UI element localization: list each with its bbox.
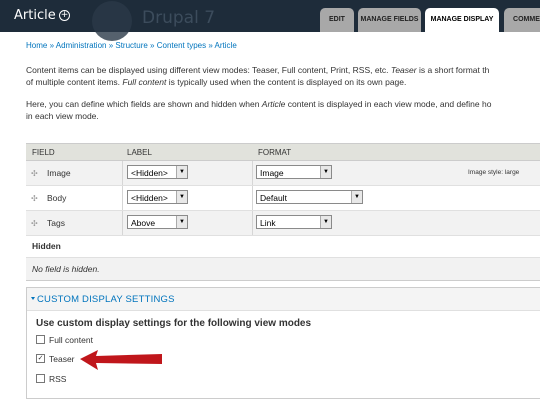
checkbox[interactable] <box>36 335 45 345</box>
field-name: Image <box>47 168 71 178</box>
drag-handle-icon[interactable]: ✣ <box>31 169 38 178</box>
format-summary: Image style: large <box>468 169 520 176</box>
description-line-3: Here, you can define which fields are sh… <box>26 99 492 109</box>
hidden-region-header: Hidden <box>26 236 540 258</box>
format-select[interactable]: Link ▼ <box>256 215 332 229</box>
drag-handle-icon[interactable]: ✣ <box>31 219 38 228</box>
column-label: LABEL <box>127 148 152 157</box>
drupal-logo-icon <box>92 1 132 41</box>
table-row: ✣ Tags Above ▼ Link ▼ <box>26 211 540 236</box>
format-select[interactable]: Image ▼ <box>256 165 332 179</box>
annotation-arrow-icon <box>80 350 162 370</box>
table-header: FIELD LABEL FORMAT <box>26 144 540 161</box>
format-select[interactable]: Default ▼ <box>256 190 363 204</box>
site-name: Drupal 7 <box>142 8 216 28</box>
collapse-arrow-icon <box>31 297 35 300</box>
checkbox[interactable] <box>36 374 45 384</box>
label-select[interactable]: <Hidden> ▼ <box>127 190 188 204</box>
label-select[interactable]: <Hidden> ▼ <box>127 165 188 179</box>
custom-display-fieldset: CUSTOM DISPLAY SETTINGS Use custom displ… <box>26 287 540 399</box>
drag-handle-icon[interactable]: ✣ <box>31 194 38 203</box>
description-line-2: of multiple content items. Full content … <box>26 77 407 87</box>
toolbar: Article + Drupal 7 EDIT MANAGE FIELDS MA… <box>0 0 540 41</box>
view-mode-full-content[interactable]: Full content <box>36 335 93 345</box>
add-shortcut-icon[interactable]: + <box>59 10 70 21</box>
description-line-1: Content items can be displayed using dif… <box>26 65 490 75</box>
table-row: ✣ Image <Hidden> ▼ Image ▼ Image style: la… <box>26 161 540 186</box>
view-mode-rss[interactable]: RSS <box>36 374 66 384</box>
checkbox-checked[interactable]: ✓ <box>36 354 45 364</box>
fieldset-legend-text[interactable]: CUSTOM DISPLAY SETTINGS <box>37 294 175 305</box>
page-title: Article <box>14 8 56 23</box>
view-mode-teaser[interactable]: ✓ Teaser <box>36 354 75 364</box>
column-format: FORMAT <box>258 148 292 157</box>
hidden-region-empty: No field is hidden. <box>26 258 540 281</box>
breadcrumb[interactable]: Home » Administration » Structure » Cont… <box>26 41 237 50</box>
empty-message: No field is hidden. <box>32 264 100 274</box>
table-row: ✣ Body <Hidden> ▼ Default ▼ <box>26 186 540 211</box>
tab-manage-fields[interactable]: MANAGE FIELDS <box>358 8 421 32</box>
tab-edit[interactable]: EDIT <box>320 8 354 32</box>
view-modes-title: Use custom display settings for the foll… <box>36 318 312 329</box>
tab-comment-fields[interactable]: COMMEN <box>504 8 540 32</box>
field-name: Tags <box>47 218 65 228</box>
fieldset-legend[interactable]: CUSTOM DISPLAY SETTINGS <box>27 288 540 311</box>
fields-table: FIELD LABEL FORMAT ✣ Image <Hidden> ▼ Ima… <box>26 143 540 281</box>
label-select[interactable]: Above ▼ <box>127 215 188 229</box>
field-name: Body <box>47 193 67 203</box>
column-field: FIELD <box>32 148 55 157</box>
tab-manage-display[interactable]: MANAGE DISPLAY <box>425 8 499 32</box>
description-line-4: in each view mode. <box>26 111 99 121</box>
hidden-region-title: Hidden <box>32 241 61 251</box>
